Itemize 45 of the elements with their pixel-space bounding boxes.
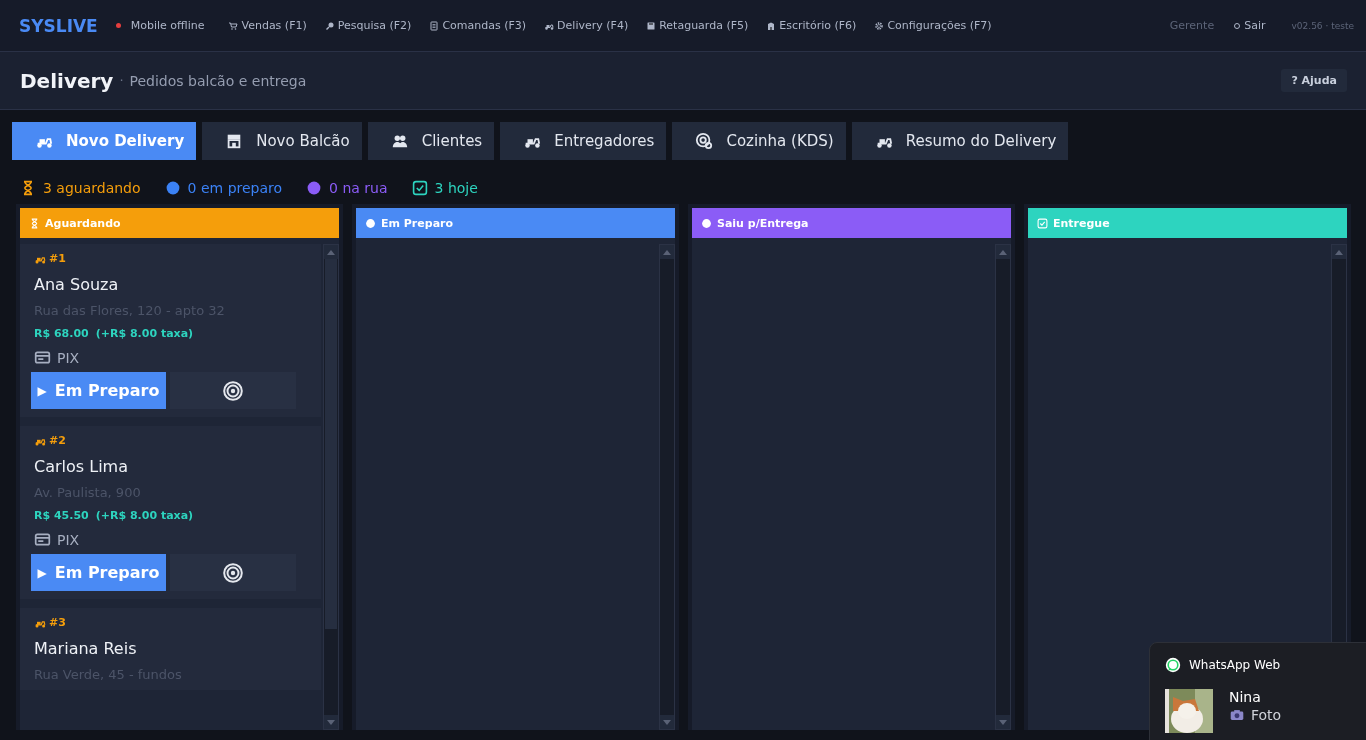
customer-name: Mariana Reis — [34, 639, 138, 658]
notification-app: WhatsApp Web — [1189, 658, 1281, 672]
customer-name: Ana Souza — [34, 275, 120, 294]
payment-method: PIX — [57, 531, 80, 548]
order-number: #2 — [49, 434, 66, 447]
column-title: Em Preparo — [381, 216, 454, 230]
nav-link[interactable]: Vendas (F1) — [228, 19, 307, 32]
order-number: #3 — [49, 616, 66, 629]
nav-link[interactable]: Comandas (F3) — [429, 19, 527, 32]
sender-name: Nina — [1229, 689, 1262, 705]
summary-count: 3 aguardando — [43, 179, 141, 196]
column-title: Saiu p/Entrega — [717, 216, 809, 230]
nav-link[interactable]: Pesquisa (F2) — [324, 19, 412, 32]
page-subtitle: Pedidos balcão e entrega — [129, 72, 307, 89]
column-title: Aguardando — [45, 216, 121, 230]
user-role: Gerente — [1169, 19, 1215, 32]
nav-link[interactable]: Escritório (F6) — [766, 19, 857, 32]
notification-toast[interactable]: WhatsApp Web Nina Foto — [1149, 642, 1366, 740]
summary-count: 3 hoje — [434, 179, 478, 196]
payment-method: PIX — [57, 349, 80, 366]
logout-link[interactable]: Sair — [1234, 19, 1266, 32]
brand-logo[interactable]: SYSLIVE — [19, 15, 98, 36]
delivery-fee: (+R$ 8.00 taxa) — [95, 509, 194, 522]
nav-link[interactable]: Delivery (F4) — [544, 19, 629, 32]
help-button[interactable]: ? Ajuda — [1281, 69, 1347, 92]
tab[interactable]: Novo Balcão — [202, 122, 362, 160]
version-label: v02.56 · teste — [1291, 20, 1354, 31]
tab[interactable]: Cozinha (KDS) — [672, 122, 846, 160]
summary-count: 0 na rua — [329, 179, 388, 196]
page-title: Delivery — [20, 68, 114, 93]
customer-name: Carlos Lima — [34, 457, 129, 476]
title-separator: · — [119, 73, 124, 88]
tab[interactable]: Clientes — [367, 122, 495, 160]
order-number: #1 — [49, 252, 66, 265]
status-label: Mobile offline — [130, 19, 205, 32]
nav-link[interactable]: Retaguarda (F5) — [646, 19, 749, 32]
tab[interactable]: Resumo do Delivery — [851, 122, 1069, 160]
order-total: R$ 68.00 — [34, 327, 89, 340]
delivery-fee: (+R$ 8.00 taxa) — [95, 327, 194, 340]
column-title: Entregue — [1053, 216, 1110, 230]
order-total: R$ 45.50 — [34, 509, 89, 522]
nav-link[interactable]: Configurações (F7) — [874, 19, 992, 32]
tab[interactable]: Entregadores — [500, 122, 667, 160]
message-preview: Foto — [1251, 707, 1282, 723]
summary-count: 0 em preparo — [187, 179, 283, 196]
